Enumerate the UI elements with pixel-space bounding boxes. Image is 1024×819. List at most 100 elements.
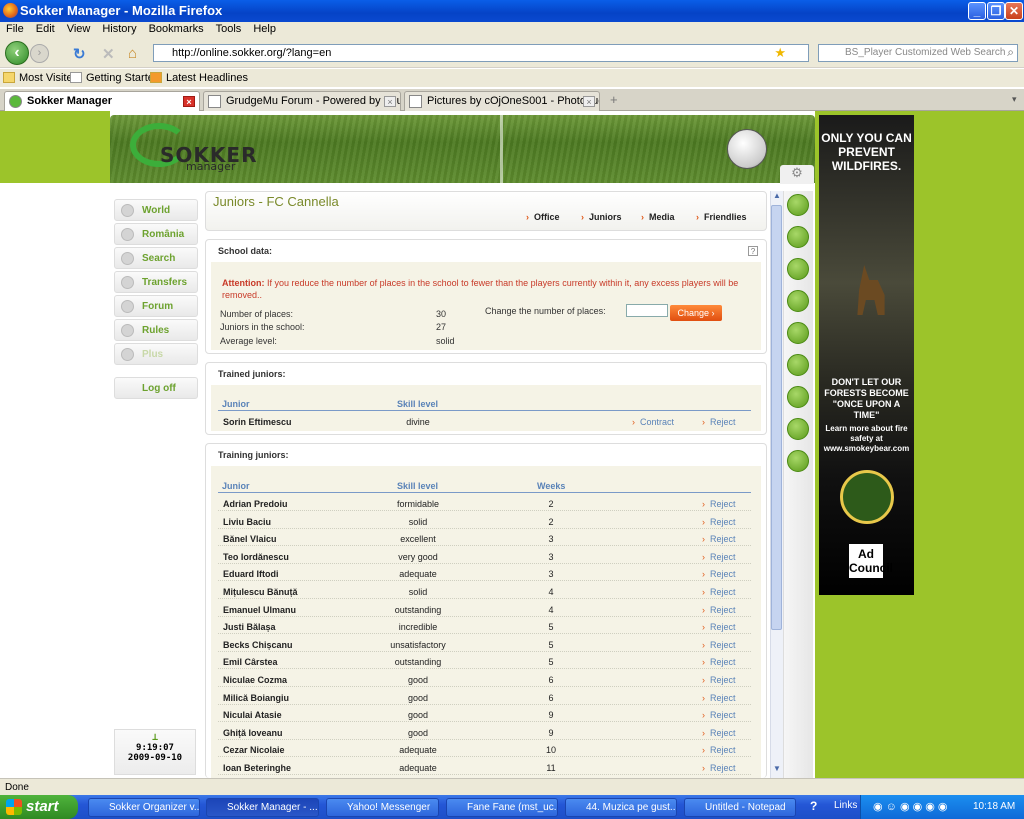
- junior-name[interactable]: Niculae Cozma: [223, 675, 287, 685]
- reject-link[interactable]: Reject: [702, 710, 736, 720]
- tab-list-icon[interactable]: ▾: [1012, 94, 1017, 105]
- junior-name[interactable]: Liviu Baciu: [223, 517, 271, 527]
- trainer-icon[interactable]: [787, 322, 809, 344]
- taskbar-item[interactable]: Fane Fane (mst_uc...: [446, 798, 558, 817]
- minimize-button[interactable]: _: [968, 2, 986, 20]
- stop-icon[interactable]: ✕: [102, 45, 115, 63]
- places-input[interactable]: [626, 304, 668, 317]
- help-icon[interactable]: ?: [748, 246, 758, 256]
- menu-help[interactable]: Help: [247, 22, 282, 36]
- menu-history[interactable]: History: [96, 22, 142, 36]
- subnav-juniors[interactable]: Juniors: [581, 212, 622, 222]
- reject-link[interactable]: Reject: [702, 640, 736, 650]
- home-icon[interactable]: ⌂: [128, 45, 137, 62]
- junior-name[interactable]: Niculai Atasie: [223, 710, 282, 720]
- junior-name[interactable]: Ioan Beteringhe: [223, 763, 291, 773]
- search-input[interactable]: BS_Player Customized Web Search ⌕: [818, 44, 1018, 62]
- reject-link[interactable]: Reject: [702, 417, 736, 427]
- tab-close-icon[interactable]: ×: [583, 96, 595, 107]
- junior-name[interactable]: Adrian Predoiu: [223, 499, 288, 509]
- shield-icon[interactable]: [787, 226, 809, 248]
- junior-name[interactable]: Emil Cârstea: [223, 657, 278, 667]
- help-icon[interactable]: ?: [810, 799, 817, 813]
- reject-link[interactable]: Reject: [702, 499, 736, 509]
- back-arrow-icon[interactable]: ‹: [5, 41, 29, 65]
- menu-bookmarks[interactable]: Bookmarks: [143, 22, 210, 36]
- contract-link[interactable]: Contract: [632, 417, 674, 427]
- magnifier-icon[interactable]: ⌕: [1007, 45, 1014, 60]
- subnav-media[interactable]: Media: [641, 212, 675, 222]
- nav-world[interactable]: World: [114, 199, 198, 221]
- reload-icon[interactable]: ↻: [73, 45, 86, 63]
- nav-search[interactable]: Search: [114, 247, 198, 269]
- tab-close-icon[interactable]: ×: [183, 96, 195, 107]
- junior-name[interactable]: Emanuel Ulmanu: [223, 605, 296, 615]
- tab-grudgemu-forum[interactable]: GrudgeMu Forum - Powered by vBulletin ×: [203, 91, 401, 111]
- nav-forum[interactable]: Forum: [114, 295, 198, 317]
- stadium-icon[interactable]: [787, 290, 809, 312]
- junior-name[interactable]: Milică Boiangiu: [223, 693, 289, 703]
- star-icon[interactable]: ★: [774, 45, 786, 61]
- scroll-down-icon[interactable]: ▼: [771, 764, 783, 776]
- menu-tools[interactable]: Tools: [210, 22, 248, 36]
- bookmark-getting-started[interactable]: Getting Started: [86, 72, 160, 84]
- url-bar[interactable]: http://online.sokker.org/?lang=en ★: [153, 44, 809, 62]
- reject-link[interactable]: Reject: [702, 745, 736, 755]
- junior-name[interactable]: Cezar Nicolaie: [223, 745, 285, 755]
- help-question-icon[interactable]: [787, 194, 809, 216]
- reject-link[interactable]: Reject: [702, 675, 736, 685]
- tray-icons[interactable]: ◉ ☺ ◉ ◉ ◉ ◉: [873, 800, 948, 813]
- reject-link[interactable]: Reject: [702, 622, 736, 632]
- reject-link[interactable]: Reject: [702, 569, 736, 579]
- money-icon[interactable]: [787, 354, 809, 376]
- links-toolbar[interactable]: Links: [834, 800, 857, 811]
- junior-name[interactable]: Sorin Eftimescu: [223, 417, 292, 427]
- taskbar-item[interactable]: Untitled - Notepad: [684, 798, 796, 817]
- tab-sokker-manager[interactable]: Sokker Manager ×: [4, 91, 200, 111]
- nav-transfers[interactable]: Transfers: [114, 271, 198, 293]
- scrollbar-thumb[interactable]: [771, 205, 782, 630]
- reject-link[interactable]: Reject: [702, 534, 736, 544]
- junior-name[interactable]: Ghiță Ioveanu: [223, 728, 283, 738]
- nav-rules[interactable]: Rules: [114, 319, 198, 341]
- junior-name[interactable]: Mițulescu Bănuță: [223, 587, 298, 597]
- maximize-button[interactable]: ❐: [987, 2, 1005, 20]
- menu-edit[interactable]: Edit: [30, 22, 61, 36]
- reject-link[interactable]: Reject: [702, 693, 736, 703]
- nav-log-off[interactable]: Log off: [114, 377, 198, 399]
- tab-photobucket[interactable]: Pictures by cOjOneS001 - Photobucket ×: [404, 91, 600, 111]
- reject-link[interactable]: Reject: [702, 517, 736, 527]
- junior-name[interactable]: Bănel Vlaicu: [223, 534, 277, 544]
- transfer-icon[interactable]: [787, 386, 809, 408]
- reject-link[interactable]: Reject: [702, 763, 736, 773]
- menu-file[interactable]: File: [0, 22, 30, 36]
- scroll-up-icon[interactable]: ▲: [771, 191, 783, 203]
- start-button[interactable]: start: [0, 795, 78, 819]
- mail-icon[interactable]: [787, 450, 809, 472]
- junior-name[interactable]: Teo Iordănescu: [223, 552, 289, 562]
- close-button[interactable]: ✕: [1005, 2, 1023, 20]
- reject-link[interactable]: Reject: [702, 552, 736, 562]
- calendar-icon[interactable]: [787, 418, 809, 440]
- change-button[interactable]: Change ›: [670, 305, 722, 321]
- bookmark-latest-headlines[interactable]: Latest Headlines: [166, 72, 248, 84]
- taskbar-item[interactable]: Yahoo! Messenger: [326, 798, 439, 817]
- nav-plus[interactable]: Plus: [114, 343, 198, 365]
- menu-view[interactable]: View: [61, 22, 97, 36]
- taskbar-item[interactable]: Sokker Manager - ...: [206, 798, 319, 817]
- nav-romania[interactable]: România: [114, 223, 198, 245]
- taskbar-item[interactable]: Sokker Organizer v...: [88, 798, 200, 817]
- subnav-friendlies[interactable]: Friendlies: [696, 212, 747, 222]
- junior-name[interactable]: Justi Bălașa: [223, 622, 276, 632]
- settings-gear-icon[interactable]: ⚙: [780, 165, 814, 184]
- taskbar-item[interactable]: 44. Muzica pe gust...: [565, 798, 677, 817]
- junior-name[interactable]: Becks Chișcanu: [223, 640, 293, 650]
- junior-name[interactable]: Eduard Iftodi: [223, 569, 279, 579]
- reject-link[interactable]: Reject: [702, 587, 736, 597]
- reject-link[interactable]: Reject: [702, 657, 736, 667]
- reject-link[interactable]: Reject: [702, 728, 736, 738]
- forward-arrow-icon[interactable]: ›: [30, 44, 49, 63]
- reject-link[interactable]: Reject: [702, 605, 736, 615]
- new-tab-icon[interactable]: +: [610, 92, 618, 107]
- player-icon[interactable]: [787, 258, 809, 280]
